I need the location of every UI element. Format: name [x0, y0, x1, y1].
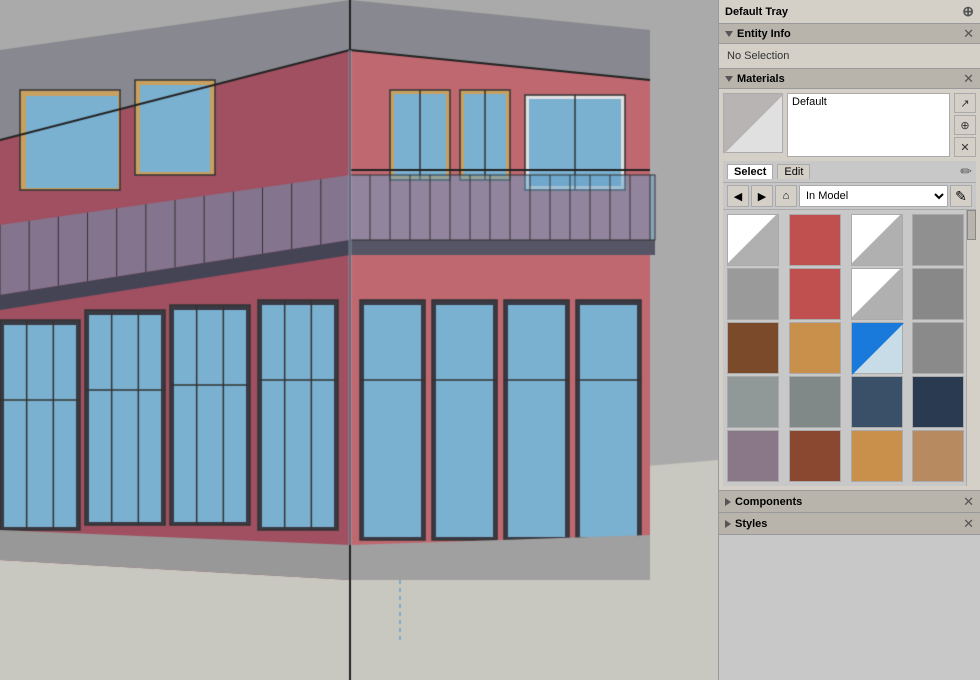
entity-info-close-icon[interactable]: ✕: [963, 27, 974, 40]
materials-body: Default ↗ ⊕ ✕ Select Edit ✏ ◀ ▶ ⌂: [719, 89, 980, 490]
material-swatch-15[interactable]: [851, 376, 903, 428]
material-swatch-12[interactable]: [912, 322, 964, 374]
nav-back-btn[interactable]: ◀: [727, 185, 749, 207]
material-swatch-8[interactable]: [912, 268, 964, 320]
materials-section: Materials ✕ Default ↗ ⊕ ✕ Sel: [719, 69, 980, 491]
components-close-icon[interactable]: ✕: [963, 495, 974, 508]
material-swatch-10[interactable]: [789, 322, 841, 374]
material-swatch-5[interactable]: [727, 268, 779, 320]
entity-info-title: Entity Info: [737, 28, 791, 40]
material-swatch-14[interactable]: [789, 376, 841, 428]
entity-info-body: No Selection: [719, 44, 980, 68]
components-expand-icon: [725, 498, 731, 506]
material-swatch-2[interactable]: [789, 214, 841, 266]
entity-info-header[interactable]: Entity Info ✕: [719, 24, 980, 44]
pencil-icon[interactable]: ✏: [960, 163, 972, 180]
tray-pin-icon[interactable]: ⊕: [962, 3, 974, 20]
materials-title: Materials: [737, 73, 785, 85]
material-sample-btn[interactable]: ✎: [950, 185, 972, 207]
styles-title: Styles: [735, 518, 767, 530]
components-header-left: Components: [725, 496, 802, 508]
material-swatch-11[interactable]: [851, 322, 903, 374]
material-swatch-17[interactable]: [727, 430, 779, 482]
components-title: Components: [735, 496, 802, 508]
styles-section[interactable]: Styles ✕: [719, 513, 980, 535]
nav-home-btn[interactable]: ⌂: [775, 185, 797, 207]
material-tool-btn-3[interactable]: ✕: [954, 137, 976, 157]
styles-header-left: Styles: [725, 518, 767, 530]
materials-close-icon[interactable]: ✕: [963, 72, 974, 85]
material-swatch-7[interactable]: [851, 268, 903, 320]
material-tool-btn-1[interactable]: ↗: [954, 93, 976, 113]
material-preview-box: [723, 93, 783, 153]
material-scroll-area: Brick, Common: [723, 210, 976, 486]
material-swatch-18[interactable]: [789, 430, 841, 482]
material-name-box: Default: [787, 93, 950, 157]
material-name: Default: [792, 96, 827, 108]
material-swatch-20[interactable]: [912, 430, 964, 482]
styles-expand-icon: [725, 520, 731, 528]
material-swatch-16[interactable]: [912, 376, 964, 428]
materials-header[interactable]: Materials ✕: [719, 69, 980, 89]
preview-triangle: [724, 94, 784, 154]
materials-expand-icon: [725, 76, 733, 82]
3d-viewport[interactable]: [0, 0, 718, 680]
material-swatch-3[interactable]: [851, 214, 903, 266]
material-swatch-4[interactable]: [912, 214, 964, 266]
material-tool-btn-2[interactable]: ⊕: [954, 115, 976, 135]
right-panel: Default Tray ⊕ Entity Info ✕ No Selectio…: [718, 0, 980, 680]
entity-info-status: No Selection: [727, 50, 789, 62]
styles-close-icon[interactable]: ✕: [963, 517, 974, 530]
material-swatch-19[interactable]: [851, 430, 903, 482]
material-nav-row: ◀ ▶ ⌂ In Model All Materials ✎: [723, 183, 976, 210]
materials-preview-row: Default ↗ ⊕ ✕: [723, 93, 976, 157]
material-swatch-13[interactable]: [727, 376, 779, 428]
scrollbar-thumb[interactable]: [967, 210, 976, 240]
tray-title: Default Tray: [725, 6, 788, 18]
material-swatch-9[interactable]: [727, 322, 779, 374]
tray-header: Default Tray ⊕: [719, 0, 980, 24]
material-location-select[interactable]: In Model All Materials: [799, 185, 948, 207]
material-tabs: Select Edit ✏: [723, 161, 976, 183]
nav-forward-btn[interactable]: ▶: [751, 185, 773, 207]
material-swatch-6[interactable]: Brick, Common: [789, 268, 841, 320]
material-grid: Brick, Common: [723, 210, 976, 486]
tab-select[interactable]: Select: [727, 164, 773, 179]
material-swatch-1[interactable]: [727, 214, 779, 266]
entity-info-expand-icon: [725, 31, 733, 37]
entity-info-section: Entity Info ✕ No Selection: [719, 24, 980, 69]
components-section[interactable]: Components ✕: [719, 491, 980, 513]
material-scrollbar[interactable]: [966, 210, 976, 486]
tab-edit[interactable]: Edit: [777, 164, 810, 179]
material-tools-col: ↗ ⊕ ✕: [954, 93, 976, 157]
